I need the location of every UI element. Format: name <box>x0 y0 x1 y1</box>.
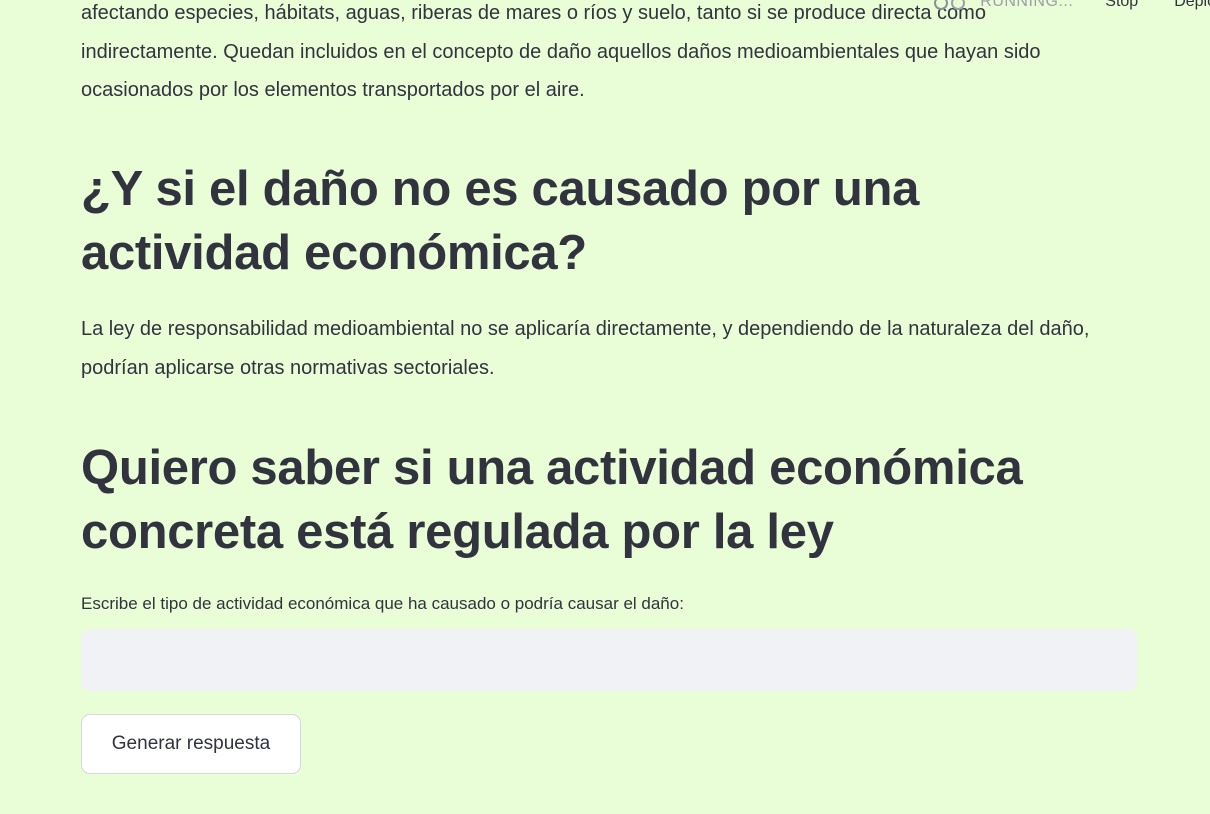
non-economic-paragraph: La ley de responsabilidad medioambiental… <box>81 318 1090 379</box>
running-status: RUNNING... <box>934 0 1073 11</box>
app-page: RUNNING... Stop Deploy afectando especie… <box>0 0 1210 814</box>
section-heading-non-economic: ¿Y si el daño no es causado por una acti… <box>81 162 920 280</box>
running-icon <box>934 0 972 11</box>
generate-response-button[interactable]: Generar respuesta <box>81 714 301 774</box>
running-circle-left <box>934 0 949 10</box>
running-status-label: RUNNING... <box>980 0 1074 10</box>
running-circle-right <box>951 0 966 10</box>
intro-paragraph: afectando especies, hábitats, aguas, rib… <box>81 2 1041 101</box>
activity-input[interactable] <box>81 629 1137 691</box>
deploy-button[interactable]: Deploy <box>1174 0 1210 11</box>
stop-button[interactable]: Stop <box>1105 0 1138 11</box>
app-toolbar: RUNNING... Stop Deploy <box>934 0 1210 14</box>
section-heading-check-activity: Quiero saber si una actividad económica … <box>81 441 1023 559</box>
activity-input-label: Escribe el tipo de actividad económica q… <box>81 594 684 613</box>
